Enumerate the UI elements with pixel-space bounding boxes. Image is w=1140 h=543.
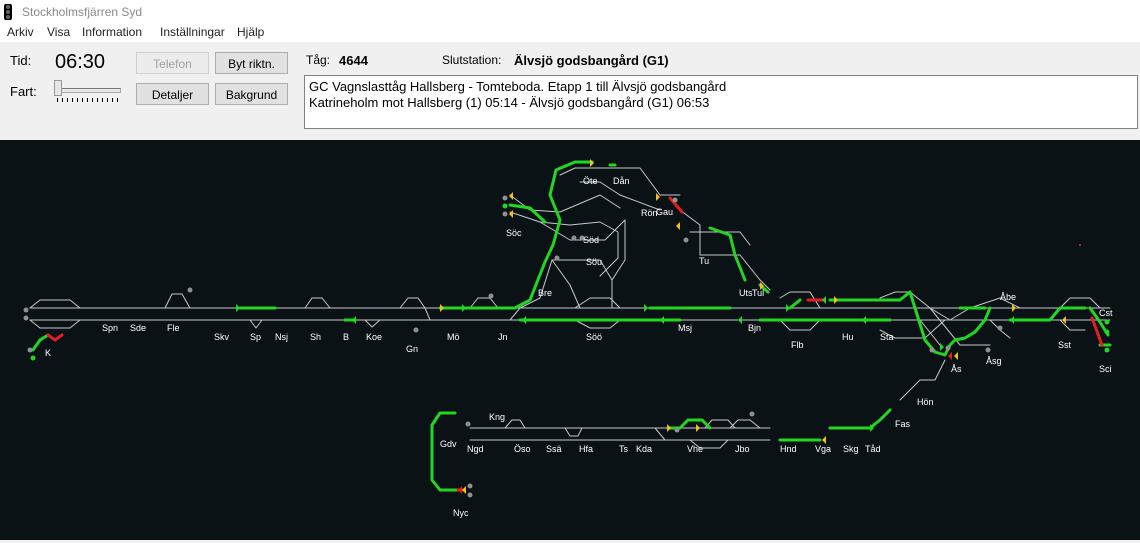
menu-visa[interactable]: Visa (47, 25, 70, 39)
title-bar: Stockholmsfjärren Syd (0, 0, 1140, 24)
station-fas[interactable]: Fas (895, 419, 911, 429)
free-tracks (29, 167, 1111, 449)
station-tu[interactable]: Tu (699, 256, 709, 266)
telefon-button[interactable]: Telefon (136, 52, 209, 74)
set-route (31, 160, 1112, 492)
station-vga[interactable]: Vga (815, 444, 831, 454)
station-uts[interactable]: Uts (739, 288, 753, 298)
station-hu[interactable]: Hu (842, 332, 854, 342)
window-title: Stockholmsfjärren Syd (22, 5, 143, 19)
menu-arkiv[interactable]: Arkiv (7, 25, 34, 39)
station-spn[interactable]: Spn (102, 323, 118, 333)
station-sta[interactable]: Sta (880, 332, 894, 342)
station-ssa[interactable]: Ssä (546, 444, 562, 454)
menu-bar: Arkiv Visa Information Inställningar Hjä… (0, 24, 1140, 42)
station-skv[interactable]: Skv (214, 332, 230, 342)
speed-slider-track[interactable] (55, 88, 121, 93)
station-sst[interactable]: Sst (1058, 340, 1072, 350)
train-label: Tåg: (306, 53, 331, 67)
buffer-stops (23, 195, 1110, 498)
time-label: Tid: (10, 53, 32, 68)
station-koe[interactable]: Koe (366, 332, 382, 342)
station-hnd[interactable]: Hnd (780, 444, 797, 454)
station-bre[interactable]: Bre (538, 288, 552, 298)
destination-value: Älvsjö godsbangård (G1) (514, 53, 669, 68)
station-hon[interactable]: Hön (917, 397, 934, 407)
station-jn[interactable]: Jn (498, 332, 508, 342)
station-sde[interactable]: Sde (130, 323, 146, 333)
station-kda[interactable]: Kda (636, 444, 652, 454)
station-abe[interactable]: Åbe (1000, 292, 1016, 302)
station-sou[interactable]: Söu (586, 257, 602, 267)
station-sci[interactable]: Sci (1099, 364, 1112, 374)
station-bjn[interactable]: Bjn (748, 323, 761, 333)
menu-installningar[interactable]: Inställningar (160, 25, 225, 39)
station-tul[interactable]: Tul (752, 288, 764, 298)
station-nyc[interactable]: Nyc (453, 508, 469, 518)
station-sp[interactable]: Sp (250, 332, 261, 342)
station-fle[interactable]: Fle (167, 323, 180, 333)
station-gdv[interactable]: Gdv (440, 439, 457, 449)
traffic-light-icon (4, 4, 12, 20)
station-dan[interactable]: Dån (613, 176, 630, 186)
station-soo[interactable]: Söö (586, 332, 602, 342)
track-map[interactable]: K Spn Sde Fle Skv Sp Nsj Sh B Koe Gn Mö … (0, 140, 1140, 540)
station-oso[interactable]: Öso (514, 444, 531, 454)
station-ngd[interactable]: Ngd (467, 444, 484, 454)
bakgrund-button[interactable]: Bakgrund (215, 83, 288, 105)
station-tad[interactable]: Tåd (865, 444, 881, 454)
station-k[interactable]: K (45, 348, 51, 358)
menu-hjalp[interactable]: Hjälp (237, 25, 264, 39)
speed-slider-ticks (57, 98, 119, 102)
station-flb[interactable]: Flb (791, 340, 804, 350)
station-ote[interactable]: Öte (583, 176, 598, 186)
station-sod[interactable]: Söd (583, 235, 599, 245)
station-vhe[interactable]: Vhe (687, 444, 703, 454)
station-gau[interactable]: Gau (656, 207, 673, 217)
speed-label: Fart: (10, 84, 37, 99)
description-line-2: Katrineholm mot Hallsberg (1) 05:14 - Äl… (309, 95, 710, 110)
train-description-box: GC Vagnslasttåg Hallsberg - Tomteboda. E… (304, 75, 1138, 129)
station-hfa[interactable]: Hfa (579, 444, 593, 454)
station-gn[interactable]: Gn (406, 344, 418, 354)
station-soc[interactable]: Söc (506, 228, 522, 238)
station-jbo[interactable]: Jbo (735, 444, 750, 454)
station-kng[interactable]: Kng (489, 412, 505, 422)
station-as[interactable]: Ås (951, 364, 962, 374)
occupied-track (46, 196, 1104, 492)
station-sh[interactable]: Sh (310, 332, 321, 342)
station-labels: K Spn Sde Fle Skv Sp Nsj Sh B Koe Gn Mö … (45, 176, 1113, 518)
destination-label: Slutstation: (442, 53, 502, 67)
detaljer-button[interactable]: Detaljer (136, 83, 209, 105)
byt-riktning-button[interactable]: Byt riktn. (215, 52, 288, 74)
station-ts[interactable]: Ts (619, 444, 629, 454)
station-msj[interactable]: Msj (678, 323, 692, 333)
station-nsj[interactable]: Nsj (275, 332, 288, 342)
speed-slider-thumb[interactable] (54, 80, 62, 96)
station-mo[interactable]: Mö (447, 332, 460, 342)
menu-information[interactable]: Information (82, 25, 142, 39)
track-diagram[interactable]: K Spn Sde Fle Skv Sp Nsj Sh B Koe Gn Mö … (0, 140, 1140, 540)
train-number: 4644 (339, 53, 368, 68)
description-line-1: GC Vagnslasttåg Hallsberg - Tomteboda. E… (309, 79, 727, 94)
station-b[interactable]: B (343, 332, 349, 342)
station-skg[interactable]: Skg (843, 444, 859, 454)
clock-display: 06:30 (55, 51, 106, 73)
station-cst[interactable]: Cst (1099, 308, 1113, 318)
station-asg[interactable]: Åsg (986, 356, 1002, 366)
